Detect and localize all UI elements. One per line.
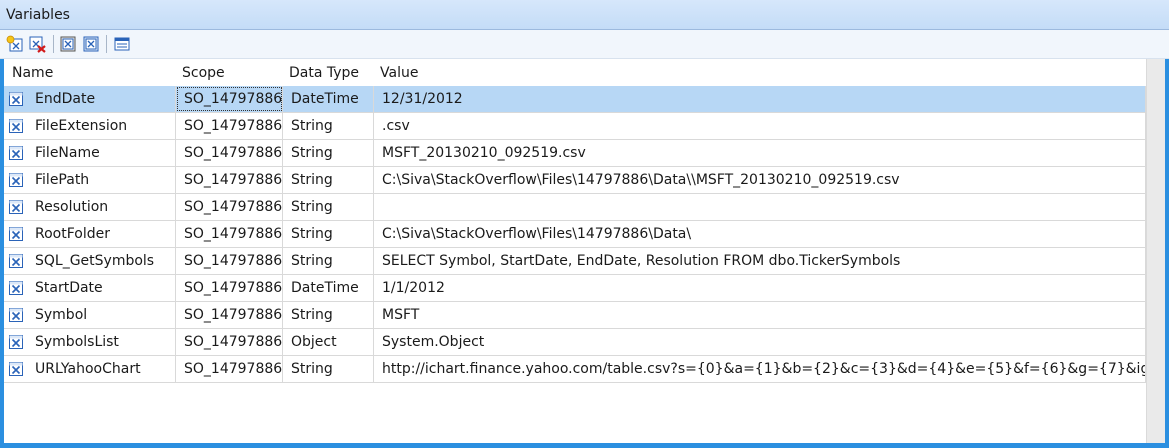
column-header-name[interactable]: Name	[12, 65, 53, 81]
toolbar-separator	[106, 35, 107, 53]
cell-data-type[interactable]: String	[283, 248, 374, 274]
cell-scope[interactable]: SO_14797886	[176, 86, 283, 112]
cell-scope[interactable]: SO_14797886	[176, 140, 283, 166]
column-header-scope[interactable]: Scope	[182, 65, 225, 81]
table-row[interactable]: FileExtension SO_14797886 String .csv	[4, 113, 1146, 140]
table-row[interactable]: RootFolder SO_14797886 String C:\Siva\St…	[4, 221, 1146, 248]
variables-window: Variables Name Scope Data Type Value End…	[0, 0, 1169, 448]
cell-scope[interactable]: SO_14797886	[176, 302, 283, 328]
cell-scope[interactable]: SO_14797886	[176, 194, 283, 220]
delete-variable-icon[interactable]	[28, 35, 46, 53]
cell-name[interactable]: URLYahooChart	[4, 356, 176, 382]
column-header-value[interactable]: Value	[380, 65, 418, 81]
cell-scope[interactable]: SO_14797886	[176, 248, 283, 274]
toolbar-separator	[53, 35, 54, 53]
show-system-variables-icon[interactable]	[59, 35, 77, 53]
vertical-scrollbar[interactable]	[1146, 59, 1165, 443]
cell-name[interactable]: FileExtension	[4, 113, 176, 139]
column-header-data-type[interactable]: Data Type	[289, 65, 359, 81]
show-all-variables-icon[interactable]	[82, 35, 100, 53]
cell-scope[interactable]: SO_14797886	[176, 275, 283, 301]
cell-name[interactable]: FilePath	[4, 167, 176, 193]
cell-value[interactable]: 1/1/2012	[374, 275, 1146, 301]
cell-value[interactable]: SELECT Symbol, StartDate, EndDate, Resol…	[374, 248, 1146, 274]
table-row[interactable]: Symbol SO_14797886 String MSFT	[4, 302, 1146, 329]
cell-value[interactable]: MSFT	[374, 302, 1146, 328]
cell-name[interactable]: Symbol	[4, 302, 176, 328]
cell-data-type[interactable]: String	[283, 356, 374, 382]
cell-name[interactable]: EndDate	[4, 86, 176, 112]
cell-name[interactable]: FileName	[4, 140, 176, 166]
cell-data-type[interactable]: String	[283, 194, 374, 220]
variables-grid: Name Scope Data Type Value EndDate SO_14…	[4, 59, 1165, 443]
cell-value[interactable]: C:\Siva\StackOverflow\Files\14797886\Dat…	[374, 167, 1146, 193]
cell-scope[interactable]: SO_14797886	[176, 113, 283, 139]
cell-data-type[interactable]: String	[283, 221, 374, 247]
cell-data-type[interactable]: String	[283, 113, 374, 139]
cell-value[interactable]: MSFT_20130210_092519.csv	[374, 140, 1146, 166]
table-row[interactable]: SymbolsList SO_14797886 Object System.Ob…	[4, 329, 1146, 356]
cell-scope[interactable]: SO_14797886	[176, 221, 283, 247]
table-row[interactable]: SQL_GetSymbols SO_14797886 String SELECT…	[4, 248, 1146, 275]
cell-value[interactable]	[374, 194, 1146, 220]
window-title: Variables	[6, 7, 70, 23]
table-row[interactable]: StartDate SO_14797886 DateTime 1/1/2012	[4, 275, 1146, 302]
cell-name[interactable]: RootFolder	[4, 221, 176, 247]
cell-name[interactable]: SQL_GetSymbols	[4, 248, 176, 274]
window-titlebar: Variables	[0, 0, 1169, 30]
table-row[interactable]: EndDate SO_14797886 DateTime 12/31/2012	[4, 86, 1146, 113]
choose-columns-icon[interactable]	[113, 35, 131, 53]
cell-value[interactable]: C:\Siva\StackOverflow\Files\14797886\Dat…	[374, 221, 1146, 247]
cell-value[interactable]: http://ichart.finance.yahoo.com/table.cs…	[374, 356, 1146, 382]
cell-value[interactable]: 12/31/2012	[374, 86, 1146, 112]
variables-toolbar	[0, 30, 1169, 59]
cell-scope[interactable]: SO_14797886	[176, 329, 283, 355]
table-row[interactable]: URLYahooChart SO_14797886 String http://…	[4, 356, 1146, 383]
cell-name[interactable]: SymbolsList	[4, 329, 176, 355]
table-row[interactable]: Resolution SO_14797886 String	[4, 194, 1146, 221]
table-row[interactable]: FilePath SO_14797886 String C:\Siva\Stac…	[4, 167, 1146, 194]
cell-scope[interactable]: SO_14797886	[176, 356, 283, 382]
cell-data-type[interactable]: String	[283, 167, 374, 193]
cell-data-type[interactable]: Object	[283, 329, 374, 355]
table-row[interactable]: FileName SO_14797886 String MSFT_2013021…	[4, 140, 1146, 167]
cell-value[interactable]: System.Object	[374, 329, 1146, 355]
cell-scope[interactable]: SO_14797886	[176, 167, 283, 193]
cell-value[interactable]: .csv	[374, 113, 1146, 139]
cell-data-type[interactable]: DateTime	[283, 86, 374, 112]
cell-data-type[interactable]: String	[283, 302, 374, 328]
grid-header: Name Scope Data Type Value	[4, 59, 1146, 86]
cell-data-type[interactable]: DateTime	[283, 275, 374, 301]
cell-name[interactable]: StartDate	[4, 275, 176, 301]
cell-name[interactable]: Resolution	[4, 194, 176, 220]
cell-data-type[interactable]: String	[283, 140, 374, 166]
add-variable-icon[interactable]	[6, 35, 24, 53]
